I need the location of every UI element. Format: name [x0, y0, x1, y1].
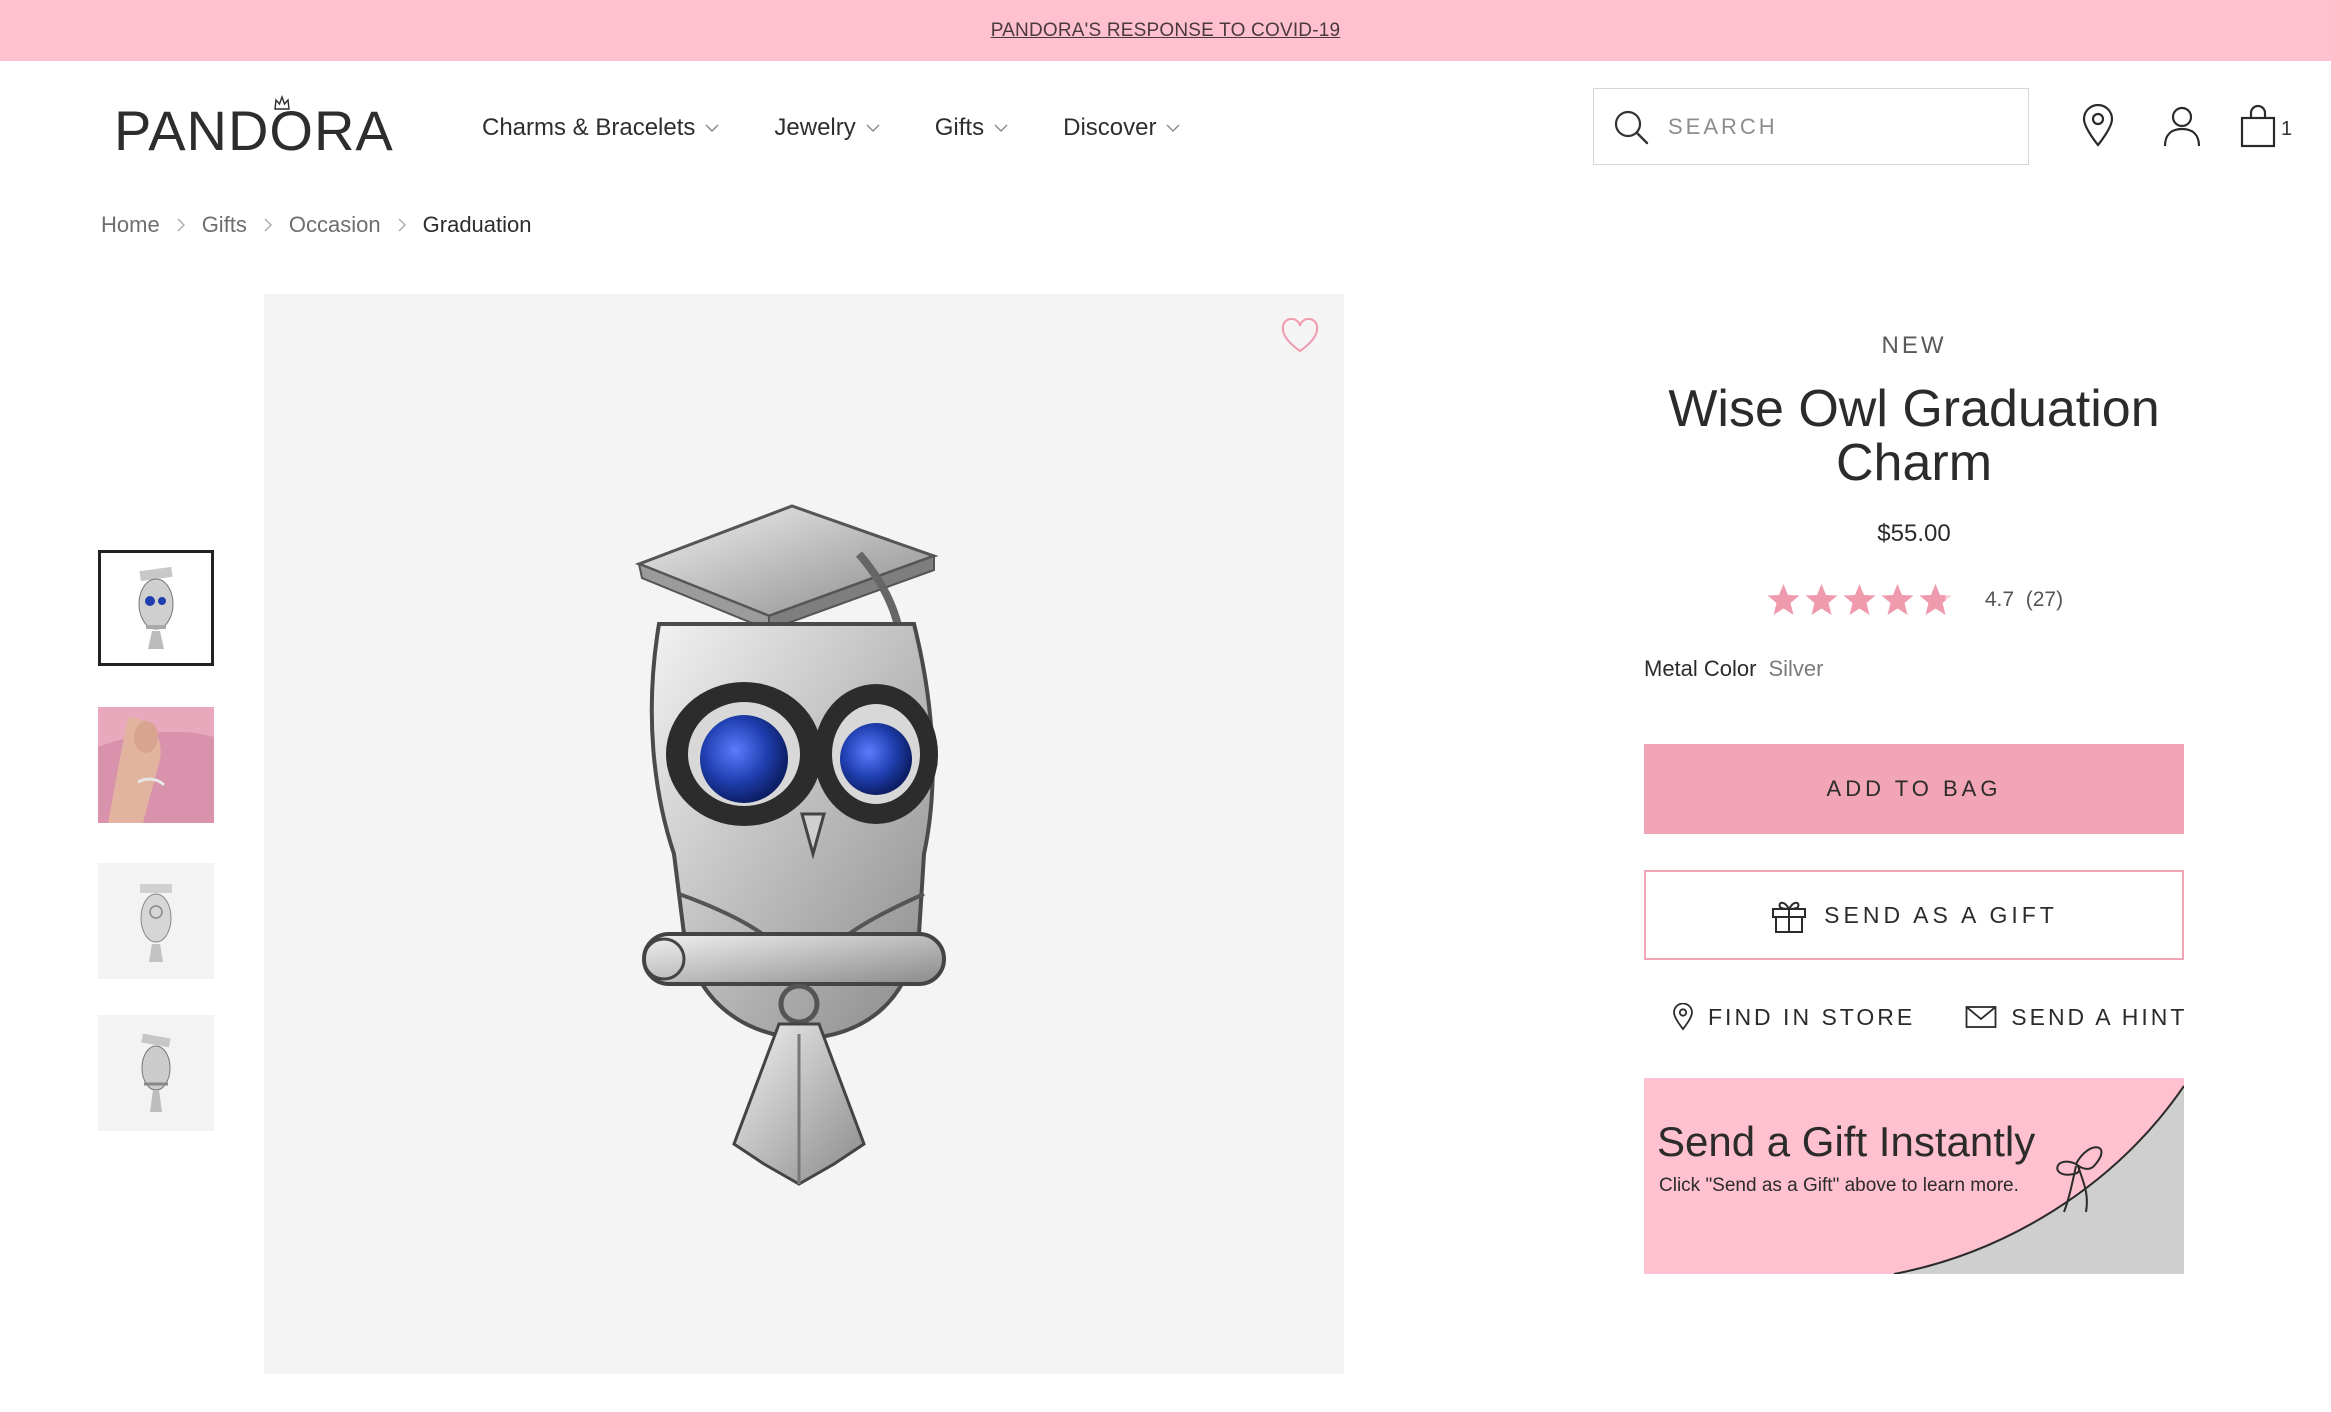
- thumbnail-model[interactable]: [98, 707, 214, 823]
- chevron-right-icon: [177, 218, 185, 232]
- promo-title: Send a Gift Instantly: [1657, 1118, 2036, 1165]
- breadcrumb-gifts[interactable]: Gifts: [202, 212, 247, 238]
- find-in-store-link[interactable]: FIND IN STORE: [1672, 1003, 1915, 1031]
- chevron-right-icon: [398, 218, 406, 232]
- send-gift-promo-banner[interactable]: Send a Gift Instantly Click "Send as a G…: [1644, 1078, 2184, 1274]
- product-title: Wise Owl Graduation Charm: [1668, 380, 2160, 492]
- shopping-bag-icon[interactable]: [2238, 104, 2278, 148]
- covid-response-link[interactable]: PANDORA'S RESPONSE TO COVID-19: [991, 20, 1341, 42]
- search-icon[interactable]: [1612, 108, 1650, 146]
- search-input[interactable]: [1668, 113, 1998, 140]
- send-as-gift-label: SEND AS A GIFT: [1824, 901, 2058, 928]
- gift-icon: [1772, 901, 1807, 933]
- owl-charm-back-image: [141, 1033, 171, 1112]
- star-partial-icon: [1919, 584, 1952, 615]
- cart-count-badge[interactable]: 1: [2281, 118, 2292, 141]
- logo-text: PANDORA: [114, 99, 394, 162]
- thumbnail-owl-side[interactable]: [98, 863, 214, 979]
- new-badge: NEW: [1881, 332, 1947, 359]
- metal-color-value: Silver: [1768, 656, 1824, 681]
- breadcrumb-home[interactable]: Home: [101, 212, 160, 238]
- nav-gifts[interactable]: Gifts: [935, 114, 1008, 142]
- rating-score: 4.7: [1984, 588, 2015, 611]
- rating-stars: [1765, 582, 1955, 618]
- announcement-banner: PANDORA'S RESPONSE TO COVID-19: [0, 0, 2331, 61]
- star-icon: [1881, 584, 1914, 615]
- metal-color-label: Metal Color: [1644, 656, 1757, 681]
- secondary-actions: FIND IN STORE SEND A HINT: [1672, 1003, 2187, 1031]
- find-in-store-label: FIND IN STORE: [1708, 1003, 1916, 1030]
- nav-label: Charms & Bracelets: [482, 114, 696, 141]
- promo-subtitle: Click "Send as a Gift" above to learn mo…: [1659, 1175, 2019, 1196]
- breadcrumb-occasion[interactable]: Occasion: [289, 212, 381, 238]
- nav-label: Discover: [1063, 114, 1157, 141]
- breadcrumb: Home Gifts Occasion Graduation: [101, 212, 532, 238]
- owl-charm-side-image: [140, 884, 172, 962]
- send-as-gift-button[interactable]: SEND AS A GIFT: [1644, 870, 2184, 960]
- rating-value: 4.7 (27): [1985, 588, 2063, 612]
- wishlist-heart-icon[interactable]: [1280, 318, 1320, 354]
- model-wearing-bracelet-image: [98, 707, 214, 823]
- store-locator-icon[interactable]: [2078, 104, 2118, 148]
- product-info: NEW Wise Owl Graduation Charm $55.00 4.7…: [1644, 320, 2184, 682]
- send-a-hint-label: SEND A HINT: [2011, 1003, 2188, 1030]
- star-icon: [1805, 584, 1838, 615]
- envelope-icon: [1965, 1006, 1997, 1028]
- metal-color: Metal Color Silver: [1644, 656, 2184, 682]
- rating-count: (27): [2025, 588, 2064, 611]
- thumbnail-owl-front[interactable]: [98, 550, 214, 666]
- chevron-down-icon: [1166, 124, 1180, 132]
- owl-charm-thumb-image: [138, 566, 174, 649]
- chevron-down-icon: [705, 124, 719, 132]
- chevron-down-icon: [994, 124, 1008, 132]
- chevron-right-icon: [264, 218, 272, 232]
- star-icon: [1843, 584, 1876, 615]
- add-to-bag-button[interactable]: ADD TO BAG: [1644, 744, 2184, 834]
- main-product-image: [264, 294, 1344, 1374]
- chevron-down-icon: [866, 124, 880, 132]
- location-pin-icon: [1673, 1003, 1693, 1031]
- star-icon: [1767, 584, 1800, 615]
- search-box: [1593, 88, 2029, 165]
- main-nav: Charms & Bracelets Jewelry Gifts Discove…: [482, 114, 1235, 142]
- wise-owl-charm-image: [634, 504, 946, 1186]
- product-rating[interactable]: 4.7 (27): [1644, 582, 2184, 618]
- nav-discover[interactable]: Discover: [1063, 114, 1180, 142]
- ribbon-bow-icon: [2056, 1146, 2103, 1213]
- send-a-hint-link[interactable]: SEND A HINT: [1965, 1004, 2187, 1031]
- nav-jewelry[interactable]: Jewelry: [774, 114, 880, 142]
- pandora-logo[interactable]: PANDORA: [114, 95, 393, 165]
- nav-label: Jewelry: [774, 114, 856, 141]
- account-icon[interactable]: [2162, 104, 2202, 148]
- thumbnail-owl-back[interactable]: [98, 1015, 214, 1131]
- nav-charms-bracelets[interactable]: Charms & Bracelets: [482, 114, 719, 142]
- nav-label: Gifts: [934, 114, 985, 141]
- breadcrumb-current: Graduation: [422, 212, 532, 237]
- product-price: $55.00: [1877, 520, 1951, 547]
